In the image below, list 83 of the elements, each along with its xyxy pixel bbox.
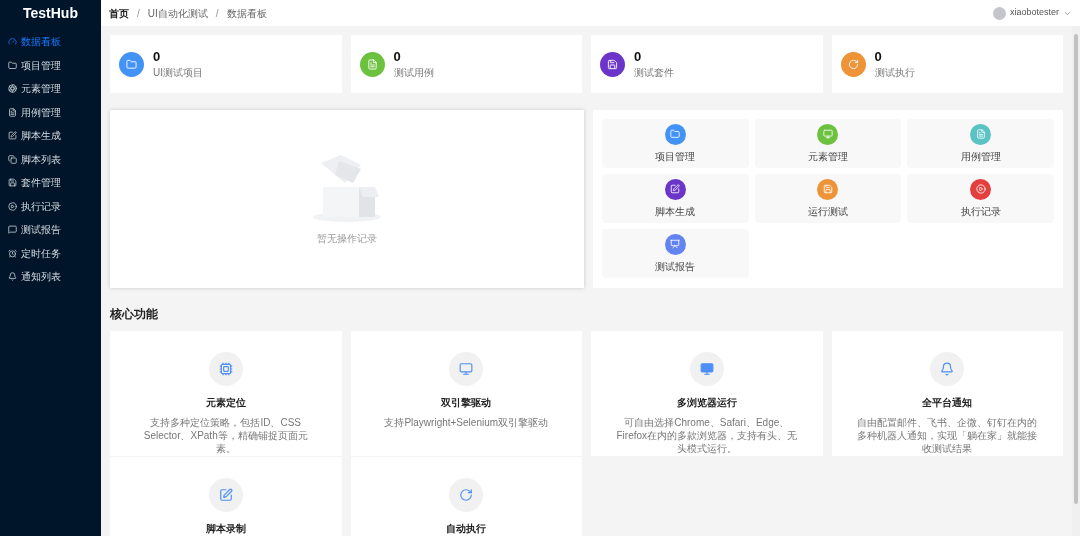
sidebar-item[interactable]: 项目管理 — [0, 53, 101, 77]
presentation-icon — [670, 239, 681, 249]
quick-link-label: 执行记录 — [960, 204, 1001, 219]
monitor-icon — [459, 362, 474, 376]
alarm-clock-icon — [8, 248, 17, 258]
floppy-icon — [823, 184, 833, 194]
floppy-icon — [8, 178, 17, 188]
sidebar-item[interactable]: 脚本列表 — [0, 147, 101, 171]
aperture-icon — [8, 84, 17, 94]
sidebar-item[interactable]: 套件管理 — [0, 171, 101, 195]
feature-description: 支持Playwright+Selenium双引擎驱动 — [384, 416, 549, 429]
sidebar-item[interactable]: 执行记录 — [0, 194, 101, 218]
scrollbar[interactable] — [1072, 26, 1080, 536]
folder-icon — [670, 129, 681, 139]
stat-value: 0 — [874, 48, 883, 65]
refresh-icon — [847, 58, 859, 70]
sidebar-item[interactable]: 元素管理 — [0, 77, 101, 101]
floppy-icon — [607, 58, 618, 70]
sidebar-item[interactable]: 用例管理 — [0, 100, 101, 124]
breadcrumb-item[interactable]: 首页 — [109, 5, 129, 21]
feature-title: 脚本录制 — [205, 522, 246, 536]
quick-link-tile[interactable]: 用例管理 — [907, 119, 1054, 168]
folder-icon — [126, 58, 137, 70]
quick-link-label: 运行测试 — [808, 204, 848, 219]
quick-link-tile[interactable]: 运行测试 — [754, 174, 902, 223]
username[interactable]: xiaobotester — [1009, 6, 1059, 20]
quick-link-tile[interactable]: 测试报告 — [602, 229, 749, 278]
quick-link-label: 项目管理 — [655, 149, 696, 164]
empty-box-icon — [311, 152, 383, 223]
feature-title: 自动执行 — [446, 522, 487, 536]
document-icon — [8, 107, 17, 117]
empty-state-text: 暂无操作记录 — [317, 231, 377, 246]
play-icon — [8, 201, 17, 211]
quick-link-tile[interactable]: 执行记录 — [907, 174, 1054, 223]
stat-label: 测试执行 — [874, 65, 915, 80]
monitor-icon — [699, 362, 714, 376]
quick-link-label: 脚本生成 — [655, 204, 696, 219]
edit-icon — [218, 488, 233, 502]
sidebar-item[interactable]: 通知列表 — [0, 265, 101, 289]
stat-label: UI测试项目 — [153, 65, 203, 80]
bell-icon — [8, 272, 17, 282]
feature-title: 双引擎驱动 — [441, 396, 492, 410]
chip-icon — [218, 362, 233, 376]
feature-title: 全平台通知 — [922, 396, 973, 410]
edit-icon — [8, 131, 17, 141]
stat-value: 0 — [153, 48, 162, 65]
app-logo: TestHub — [23, 3, 78, 23]
sidebar-item[interactable]: 定时任务 — [0, 241, 101, 265]
stat-label: 测试套件 — [634, 65, 674, 80]
quick-link-label: 测试报告 — [655, 259, 696, 274]
stat-value: 0 — [634, 48, 643, 65]
sidebar-item[interactable]: 测试报告 — [0, 218, 101, 242]
document-icon — [366, 58, 378, 70]
feature-description: 自由配置邮件、飞书、企微、钉钉在内的多种机器人通知，实现「躺在家」就能接收测试结果 — [856, 416, 1039, 455]
quick-link-tile[interactable]: 脚本生成 — [602, 174, 749, 223]
feature-title: 多浏览器运行 — [676, 396, 737, 410]
play-icon — [975, 184, 986, 194]
edit-icon — [670, 184, 681, 194]
breadcrumb-separator: / — [137, 6, 140, 21]
feature-description: 可自由选择Chrome、Safari、Edge、Firefox在内的多款浏览器，支持有头、无头模式运行。 — [615, 416, 799, 455]
folder-icon — [8, 60, 17, 70]
copy-icon — [8, 154, 17, 164]
chat-icon — [8, 225, 17, 235]
sidebar-item[interactable]: 脚本生成 — [0, 124, 101, 148]
gauge-icon — [8, 37, 17, 47]
quick-link-label: 元素管理 — [808, 149, 848, 164]
stat-value: 0 — [393, 48, 402, 65]
breadcrumb-item: 数据看板 — [226, 6, 267, 21]
avatar[interactable] — [992, 6, 1006, 20]
section-title: 核心功能 — [110, 306, 159, 323]
quick-link-tile[interactable]: 元素管理 — [754, 119, 902, 168]
monitor-icon — [823, 129, 833, 139]
quick-link-label: 用例管理 — [960, 149, 1001, 164]
quick-link-tile[interactable]: 项目管理 — [602, 119, 749, 168]
document-icon — [975, 129, 986, 139]
feature-description: 支持多种定位策略，包括ID、CSS Selector、XPath等，精确铺捉页面元素。 — [142, 416, 309, 455]
breadcrumb-item[interactable]: UI自动化测试 — [147, 5, 208, 21]
refresh-icon — [459, 488, 474, 502]
stat-label: 测试用例 — [393, 65, 434, 80]
feature-title: 元素定位 — [205, 396, 246, 410]
breadcrumb-separator: / — [215, 6, 219, 21]
bell-icon — [940, 362, 955, 376]
sidebar-item[interactable]: 数据看板 — [0, 30, 101, 54]
